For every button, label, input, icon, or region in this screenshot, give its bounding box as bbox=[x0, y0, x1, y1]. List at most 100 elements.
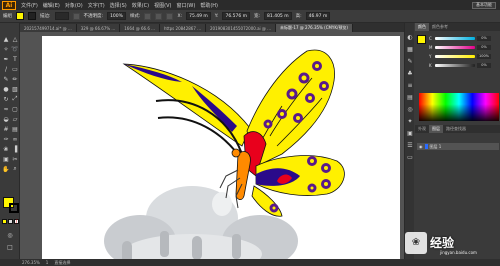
layers-panel-tabs: 外观 图层 路径查找器 bbox=[415, 125, 500, 133]
brushes-panel-icon[interactable]: ✎ bbox=[406, 57, 414, 65]
slider-k[interactable]: K 0% bbox=[429, 62, 491, 68]
width-field[interactable]: 81.405 m bbox=[264, 12, 292, 20]
stroke-swatch[interactable] bbox=[9, 203, 19, 213]
document-tab[interactable]: 329 @ 66.67% ... bbox=[76, 24, 121, 32]
x-field[interactable]: 75.49 m bbox=[186, 12, 211, 20]
transparency-panel-icon[interactable]: ◎ bbox=[406, 105, 414, 113]
none-mode-icon[interactable]: / bbox=[14, 219, 19, 225]
paintbrush-tool-icon[interactable]: ✎ bbox=[2, 75, 10, 83]
menu-type[interactable]: 文字(T) bbox=[88, 2, 105, 9]
selection-tool-icon[interactable]: ▲ bbox=[2, 35, 10, 43]
tab-appearance[interactable]: 外观 bbox=[415, 125, 429, 133]
transform-icon[interactable] bbox=[166, 12, 174, 20]
fill-color-swatch[interactable] bbox=[16, 12, 24, 20]
mesh-tool-icon[interactable]: # bbox=[2, 125, 10, 133]
warp-tool-icon[interactable]: ≈ bbox=[2, 105, 10, 113]
hand-tool-icon[interactable]: ✋ bbox=[2, 165, 10, 173]
document-tab-active[interactable]: 未标题-17 @ 276.35% (CMYK/预览) bbox=[275, 24, 353, 32]
artboard-number[interactable]: 1 bbox=[46, 260, 49, 265]
free-transform-tool-icon[interactable]: ▢ bbox=[11, 105, 19, 113]
menu-view[interactable]: 视图(V) bbox=[154, 2, 171, 9]
layer-color-indicator bbox=[424, 144, 428, 149]
gradient-panel-icon[interactable]: ▤ bbox=[406, 93, 414, 101]
symbol-sprayer-tool-icon[interactable]: ❀ bbox=[2, 145, 10, 153]
magic-wand-tool-icon[interactable]: ✧ bbox=[2, 45, 10, 53]
stroke-panel-icon[interactable]: ≡ bbox=[406, 81, 414, 89]
blob-brush-tool-icon[interactable]: ● bbox=[2, 85, 10, 93]
swatches-panel-icon[interactable]: ▦ bbox=[406, 45, 414, 53]
menu-effect[interactable]: 效果(C) bbox=[132, 2, 149, 9]
butterfly-illustration[interactable] bbox=[42, 36, 400, 259]
draw-mode-icon[interactable]: ◎ bbox=[6, 231, 14, 239]
pen-tool-icon[interactable]: ✒ bbox=[2, 55, 10, 63]
color-panel-tabs: 颜色 颜色参考 bbox=[415, 23, 500, 31]
type-tool-icon[interactable]: T bbox=[11, 55, 19, 63]
opacity-field[interactable]: 100% bbox=[107, 12, 126, 20]
slider-c[interactable]: C 0% bbox=[429, 35, 491, 41]
rectangle-tool-icon[interactable]: ▭ bbox=[11, 65, 19, 73]
align-icon[interactable] bbox=[155, 12, 163, 20]
perspective-grid-tool-icon[interactable]: ▱ bbox=[11, 115, 19, 123]
tab-layers[interactable]: 图层 bbox=[429, 125, 443, 133]
scale-tool-icon[interactable]: ⤢ bbox=[11, 95, 19, 103]
tab-color-guide[interactable]: 颜色参考 bbox=[429, 23, 451, 31]
graphic-styles-icon[interactable]: ▣ bbox=[406, 129, 414, 137]
menu-edit[interactable]: 编辑(E) bbox=[43, 2, 60, 9]
zoom-level[interactable]: 276.35% bbox=[22, 260, 40, 265]
gradient-mode-icon[interactable] bbox=[8, 219, 13, 224]
color-panel-icon[interactable]: ◐ bbox=[406, 33, 414, 41]
document-tab[interactable]: 1664 @ 66.6 ... bbox=[120, 24, 160, 32]
eraser-tool-icon[interactable]: ▧ bbox=[11, 85, 19, 93]
appearance-panel-icon[interactable]: ✦ bbox=[406, 117, 414, 125]
slider-m[interactable]: M 0% bbox=[429, 44, 491, 50]
color-mode-icon[interactable] bbox=[2, 219, 7, 224]
stroke-label: 描边: bbox=[40, 14, 51, 19]
zoom-tool-icon[interactable]: ⌕ bbox=[11, 165, 19, 173]
layer-row[interactable]: ◉ 图层 1 bbox=[417, 143, 499, 150]
pencil-tool-icon[interactable]: ✏ bbox=[11, 75, 19, 83]
color-spectrum[interactable] bbox=[419, 93, 499, 121]
symbols-panel-icon[interactable]: ♣ bbox=[406, 69, 414, 77]
document-tab[interactable]: https 20842867 ... bbox=[159, 24, 206, 32]
lasso-tool-icon[interactable]: ➰ bbox=[11, 45, 19, 53]
panel-icon-strip: ◐ ▦ ✎ ♣ ≡ ▤ ◎ ✦ ▣ ☰ ▭ bbox=[405, 23, 414, 259]
brush-icon[interactable] bbox=[72, 12, 80, 20]
gradient-tool-icon[interactable]: ▤ bbox=[11, 125, 19, 133]
tab-color[interactable]: 颜色 bbox=[415, 23, 429, 31]
menu-select[interactable]: 选择(S) bbox=[110, 2, 127, 9]
control-bar: 编组 描边: 不透明度: 100% 样式: X: 75.49 m Y: 76.5… bbox=[0, 10, 500, 23]
screen-mode-icon[interactable]: □ bbox=[6, 243, 14, 251]
stroke-weight-field[interactable] bbox=[54, 12, 69, 20]
menu-file[interactable]: 文件(F) bbox=[21, 2, 38, 9]
direct-selection-tool-icon[interactable]: △ bbox=[11, 35, 19, 43]
document-tab[interactable]: 201908301455072000.ai @ ... bbox=[205, 24, 276, 32]
menu-object[interactable]: 对象(O) bbox=[65, 2, 83, 9]
eyedropper-tool-icon[interactable]: ✑ bbox=[2, 135, 10, 143]
slice-tool-icon[interactable]: ✂ bbox=[11, 155, 19, 163]
menu-help[interactable]: 帮助(H) bbox=[200, 2, 218, 9]
height-field[interactable]: 46.97 m bbox=[305, 12, 331, 20]
artboard-tool-icon[interactable]: ▣ bbox=[2, 155, 10, 163]
stroke-color-swatch[interactable] bbox=[28, 12, 36, 20]
menu-window[interactable]: 窗口(W) bbox=[176, 2, 195, 9]
graph-tool-icon[interactable]: ▐ bbox=[11, 145, 19, 153]
tab-pathfinder[interactable]: 路径查找器 bbox=[443, 125, 469, 133]
layer-name[interactable]: 图层 1 bbox=[430, 144, 442, 150]
slider-y[interactable]: Y 100% bbox=[429, 53, 491, 59]
artboards-panel-icon[interactable]: ▭ bbox=[406, 153, 414, 161]
rotate-tool-icon[interactable]: ↻ bbox=[2, 95, 10, 103]
canvas-area[interactable] bbox=[20, 32, 404, 259]
panel-fill-swatch[interactable] bbox=[417, 35, 426, 44]
line-tool-icon[interactable]: / bbox=[2, 65, 10, 73]
document-tab[interactable]: 202157499714.ai* @ ... bbox=[20, 24, 77, 32]
workspace-switcher[interactable]: 基本功能 bbox=[472, 1, 496, 9]
layers-panel-icon[interactable]: ☰ bbox=[406, 141, 414, 149]
style-swatch[interactable] bbox=[144, 12, 152, 20]
style-label: 样式: bbox=[129, 14, 141, 19]
artboard[interactable] bbox=[42, 36, 400, 259]
menu-items: 文件(F) 编辑(E) 对象(O) 文字(T) 选择(S) 效果(C) 视图(V… bbox=[21, 2, 218, 9]
blend-tool-icon[interactable]: ∞ bbox=[11, 135, 19, 143]
eye-icon[interactable]: ◉ bbox=[419, 144, 423, 149]
y-field[interactable]: 76.576 m bbox=[222, 12, 251, 20]
shape-builder-tool-icon[interactable]: ◒ bbox=[2, 115, 10, 123]
